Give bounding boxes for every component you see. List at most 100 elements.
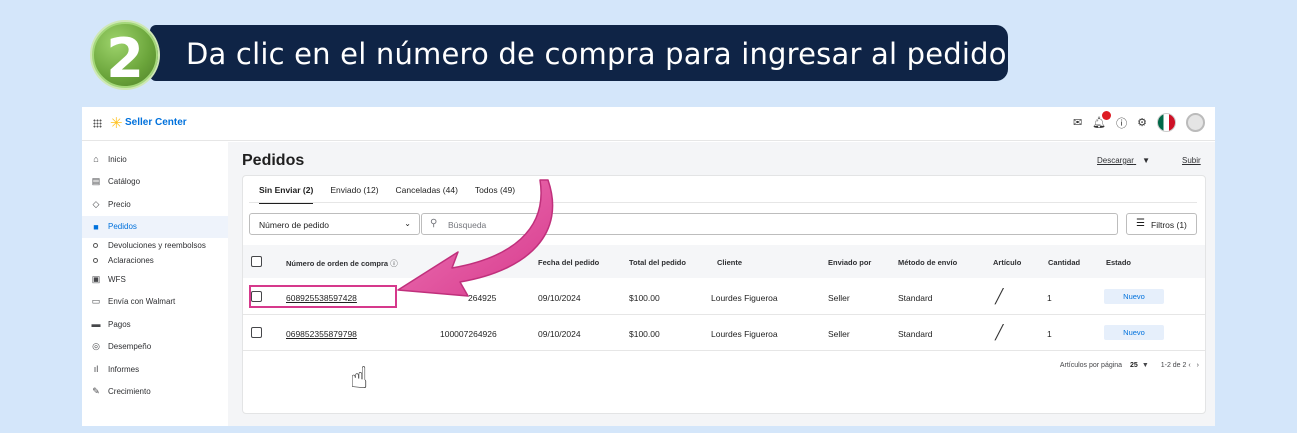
step-banner: Da clic en el número de compra para ingr… [150, 25, 1008, 81]
col-quantity: Cantidad [1048, 258, 1081, 267]
truck-icon: ■ [93, 221, 99, 232]
info-icon[interactable]: ⓘ [390, 259, 398, 268]
sidebar-item-wfs[interactable]: ▣ WFS [82, 268, 228, 291]
sidebar-item-informes[interactable]: ıl Informes [82, 358, 228, 381]
sidebar-item-label: Pagos [108, 319, 131, 329]
table-row[interactable]: 069852355879798 100007264926 09/10/2024 … [243, 315, 1205, 351]
col-order-date: Fecha del pedido [538, 258, 600, 267]
sidebar: ⌂ Inicio ▤ Catálogo ◇ Precio ■ Pedidos Devol… [82, 142, 228, 426]
next-page-icon[interactable]: › [1197, 362, 1199, 369]
search-field-select[interactable]: Número de pedido ⌄ [249, 213, 420, 235]
search-input[interactable]: ⚲ Búsqueda [421, 213, 1118, 235]
gear-icon[interactable]: ⚙ [1137, 116, 1147, 129]
shipping-icon: ▭ [91, 296, 101, 307]
select-all-checkbox[interactable] [251, 256, 262, 267]
quantity: 1 [1047, 329, 1052, 339]
reports-icon: ıl [93, 364, 99, 375]
sidebar-item-label: Precio [108, 199, 131, 209]
download-label: Descargar [1097, 156, 1134, 165]
sidebar-item-label: Informes [108, 364, 140, 374]
top-icons: ✉ 🔔︎ ⓘ ⚙ [1073, 111, 1205, 132]
col-sent-by: Enviado por [828, 258, 872, 267]
order-reference: 264925 [468, 293, 497, 303]
prev-page-icon[interactable]: ‹ [1188, 362, 1190, 369]
sidebar-item-label: Crecimiento [108, 387, 151, 397]
search-placeholder: Búsqueda [448, 220, 487, 230]
warehouse-icon: ▣ [91, 273, 101, 284]
sidebar-subitem-devoluciones[interactable]: Devoluciones y reembolsos [82, 238, 228, 253]
filters-label: Filtros (1) [1151, 220, 1187, 230]
per-page-label: Artículos por página [1059, 362, 1123, 369]
sidebar-item-label: Pedidos [108, 222, 137, 232]
sidebar-item-catalogo[interactable]: ▤ Catálogo [82, 171, 228, 194]
col-order-number: Número de orden de compra ⓘ [286, 259, 398, 268]
status-badge: Nuevo [1104, 289, 1164, 304]
tag-icon: ◇ [92, 198, 100, 209]
sent-by: Seller [828, 329, 850, 339]
page-title: Pedidos [242, 152, 305, 169]
client-name: Lourdes Figueroa [711, 329, 778, 339]
sidebar-item-label: Devoluciones y reembolsos [108, 241, 206, 250]
help-icon[interactable]: ⓘ [1116, 115, 1127, 131]
step-number: 2 [106, 27, 144, 90]
step-title: Da clic en el número de compra para ingr… [186, 37, 1007, 71]
order-number-link[interactable]: 608925538597428 [286, 293, 357, 303]
orders-card: Sin Enviar (2) Enviado (12) Canceladas (… [242, 175, 1206, 414]
col-ship-method: Método de envío [898, 258, 958, 267]
sidebar-item-label: Aclaraciones [108, 256, 154, 265]
top-bar: ✳ Seller Center ✉ 🔔︎ ⓘ ⚙ [82, 107, 1215, 141]
walmart-spark-icon: ✳ [110, 115, 123, 132]
pagination: Artículos por página 25 ▼ 1-2 de 2 ‹ › [1060, 362, 1199, 369]
performance-icon: ◎ [92, 341, 100, 352]
caret-down-icon: ▼ [1142, 156, 1151, 165]
sidebar-subitem-aclaraciones[interactable]: Aclaraciones [82, 253, 228, 268]
upload-link[interactable]: Subir [1182, 156, 1201, 165]
select-value: Número de pedido [259, 220, 329, 230]
main-content: Pedidos Descargar ▼ Subir Sin Enviar (2)… [228, 142, 1215, 426]
col-item: Artículo [993, 258, 1022, 267]
sidebar-item-label: Inicio [108, 154, 127, 164]
home-icon: ⌂ [93, 154, 99, 165]
notification-badge [1102, 111, 1112, 120]
payments-icon: ▬ [91, 319, 101, 330]
avatar-icon[interactable] [1186, 113, 1205, 132]
sidebar-item-label: Catálogo [108, 177, 141, 187]
row-checkbox[interactable] [251, 327, 262, 338]
row-checkbox[interactable] [251, 291, 262, 302]
apps-grid-icon[interactable] [93, 119, 102, 128]
sidebar-item-inicio[interactable]: ⌂ Inicio [82, 148, 228, 171]
search-icon: ⚲ [430, 218, 438, 229]
order-date: 09/10/2024 [538, 329, 581, 339]
ship-method: Standard [898, 293, 933, 303]
mail-icon[interactable]: ✉ [1073, 116, 1082, 129]
order-reference: 100007264926 [440, 329, 497, 339]
filter-lines-icon: ☰ [1136, 218, 1145, 229]
bell-icon[interactable]: 🔔︎ [1092, 111, 1112, 129]
filters-button[interactable]: ☰ Filtros (1) [1126, 213, 1197, 235]
sent-by: Seller [828, 293, 850, 303]
client-name: Lourdes Figueroa [711, 293, 778, 303]
sidebar-item-envia[interactable]: ▭ Envía con Walmart [82, 291, 228, 314]
mexico-flag-icon[interactable] [1157, 113, 1176, 132]
quantity: 1 [1047, 293, 1052, 303]
sidebar-item-pedidos[interactable]: ■ Pedidos [82, 215, 228, 238]
ship-method: Standard [898, 329, 933, 339]
col-status: Estado [1106, 258, 1132, 267]
growth-icon: ✎ [92, 386, 100, 397]
step-number-badge: 2 [92, 22, 158, 90]
sidebar-item-crecimiento[interactable]: ✎ Crecimiento [82, 381, 228, 404]
download-link[interactable]: Descargar ▼ [1097, 156, 1150, 165]
tabs-divider [249, 202, 1197, 203]
sidebar-item-precio[interactable]: ◇ Precio [82, 193, 228, 216]
sidebar-item-pagos[interactable]: ▬ Pagos [82, 313, 228, 336]
table-row[interactable]: 608925538597428 264925 09/10/2024 $100.0… [243, 279, 1205, 315]
item-image-placeholder-icon: ╱ [995, 324, 1004, 340]
brand-name[interactable]: Seller Center [125, 117, 187, 128]
sidebar-item-label: WFS [108, 274, 126, 284]
col-client: Cliente [717, 258, 743, 267]
per-page-select[interactable]: 25 [1130, 362, 1138, 369]
order-number-link[interactable]: 069852355879798 [286, 329, 357, 339]
sidebar-item-desempeno[interactable]: ◎ Desempeño [82, 336, 228, 359]
order-date: 09/10/2024 [538, 293, 581, 303]
caret-down-icon[interactable]: ▼ [1142, 362, 1149, 369]
